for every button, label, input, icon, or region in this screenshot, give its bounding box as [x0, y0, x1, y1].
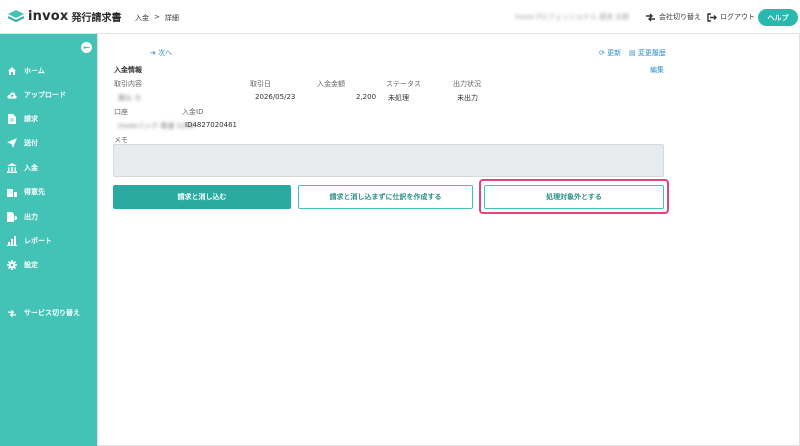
- date-value: 2026/05/23: [255, 93, 296, 101]
- change-history-button[interactable]: ▤ 変更履歴: [629, 48, 666, 58]
- sidebar: ← ホーム アップロード 請求 送付 入金 得意先 出力 レポート 設定 サービ…: [0, 34, 97, 446]
- switch-icon: [7, 308, 17, 318]
- sidebar-item-settings[interactable]: 設定: [0, 256, 97, 274]
- refresh-label: 更新: [607, 49, 622, 57]
- exclude-button[interactable]: 処理対象外とする: [484, 185, 664, 209]
- logout-button[interactable]: ログアウト: [707, 12, 755, 22]
- sidebar-item-customer[interactable]: 得意先: [0, 183, 97, 201]
- sidebar-item-payment[interactable]: 入金: [0, 159, 97, 177]
- content-label: 取引内容: [114, 80, 142, 88]
- sidebar-item-label: 出力: [24, 213, 38, 221]
- content-value: 振込 カ: [118, 94, 142, 102]
- sidebar-item-label: 請求: [24, 115, 38, 123]
- company-name: invoxプロフェッショナル 請求 太郎: [515, 13, 630, 21]
- logo-subtitle: 発行請求書: [71, 13, 122, 24]
- amount-value: 2,200: [356, 93, 377, 101]
- sidebar-item-output[interactable]: 出力: [0, 208, 97, 226]
- amount-label: 入金金額: [317, 80, 345, 88]
- status-label: ステータス: [386, 80, 421, 88]
- sidebar-item-label: 入金: [24, 164, 38, 172]
- main-content: ➔ 次へ ⟳ 更新 ▤ 変更履歴 編集 入金情報 取引内容 振込 カ 取引日 2…: [97, 34, 800, 446]
- create-journal-button[interactable]: 請求と消し込まずに仕訳を作成する: [298, 185, 473, 209]
- logout-label: ログアウト: [720, 13, 755, 21]
- home-icon: [7, 66, 17, 76]
- payment-id-value: ID4827020461: [185, 121, 237, 129]
- refresh-button[interactable]: ⟳ 更新: [599, 48, 621, 58]
- sidebar-item-label: ホーム: [24, 67, 45, 75]
- document-icon: [7, 114, 17, 124]
- bank-icon: [7, 163, 17, 173]
- output-label: 出力状況: [453, 80, 481, 88]
- refresh-icon: ⟳: [599, 49, 605, 57]
- sidebar-item-label: サービス切り替え: [24, 309, 80, 317]
- sidebar-item-label: 設定: [24, 261, 38, 269]
- edit-link[interactable]: 編集: [650, 65, 664, 75]
- company-switch-icon: [646, 13, 655, 21]
- next-link-label: 次へ: [158, 49, 173, 57]
- memo-textarea[interactable]: [113, 144, 664, 177]
- switch-company-label: 会社切り替え: [659, 13, 701, 21]
- date-label: 取引日: [250, 80, 271, 88]
- breadcrumb: 入金 > 詳細: [135, 13, 179, 23]
- send-icon: [7, 138, 17, 148]
- sidebar-item-report[interactable]: レポート: [0, 232, 97, 250]
- chart-icon: [7, 236, 17, 246]
- logo-text: invox: [28, 9, 69, 24]
- sidebar-item-service-switch[interactable]: サービス切り替え: [0, 304, 97, 322]
- history-document-icon: ▤: [629, 49, 636, 57]
- breadcrumb-detail: 詳細: [164, 14, 179, 22]
- output-value: 未出力: [457, 94, 478, 102]
- invox-logo-icon: [8, 9, 24, 22]
- section-title: 入金情報: [114, 66, 142, 74]
- export-icon: [7, 212, 17, 222]
- sidebar-item-home[interactable]: ホーム: [0, 62, 97, 80]
- gear-icon: [7, 260, 17, 270]
- account-value: invoxバンク 普通 1234: [118, 122, 195, 130]
- status-value: 未処理: [388, 94, 409, 102]
- sidebar-item-send[interactable]: 送付: [0, 134, 97, 152]
- breadcrumb-payment[interactable]: 入金: [135, 13, 149, 23]
- breadcrumb-separator: >: [154, 13, 160, 21]
- help-button[interactable]: ヘルプ: [758, 9, 798, 26]
- sidebar-item-label: 得意先: [24, 188, 45, 196]
- payment-id-label: 入金ID: [182, 108, 204, 116]
- building-icon: [7, 187, 17, 197]
- cloud-upload-icon: [7, 90, 17, 100]
- account-label: 口座: [114, 108, 128, 116]
- next-link[interactable]: ➔ 次へ: [150, 48, 172, 58]
- history-label: 変更履歴: [637, 49, 666, 57]
- sidebar-item-label: アップロード: [24, 91, 66, 99]
- logout-icon: [707, 12, 717, 22]
- sidebar-item-label: レポート: [24, 237, 52, 245]
- arrow-right-icon: ➔: [150, 49, 156, 57]
- sidebar-item-invoice[interactable]: 請求: [0, 110, 97, 128]
- sidebar-item-label: 送付: [24, 139, 38, 147]
- reconcile-button[interactable]: 請求と消し込む: [113, 185, 291, 209]
- logo[interactable]: invox 発行請求書: [8, 9, 122, 24]
- top-header: invox 発行請求書 入金 > 詳細 invoxプロフェッショナル 請求 太郎…: [0, 0, 800, 34]
- sidebar-item-upload[interactable]: アップロード: [0, 86, 97, 104]
- switch-company-button[interactable]: 会社切り替え: [645, 12, 701, 22]
- collapse-sidebar-icon[interactable]: ←: [81, 42, 92, 53]
